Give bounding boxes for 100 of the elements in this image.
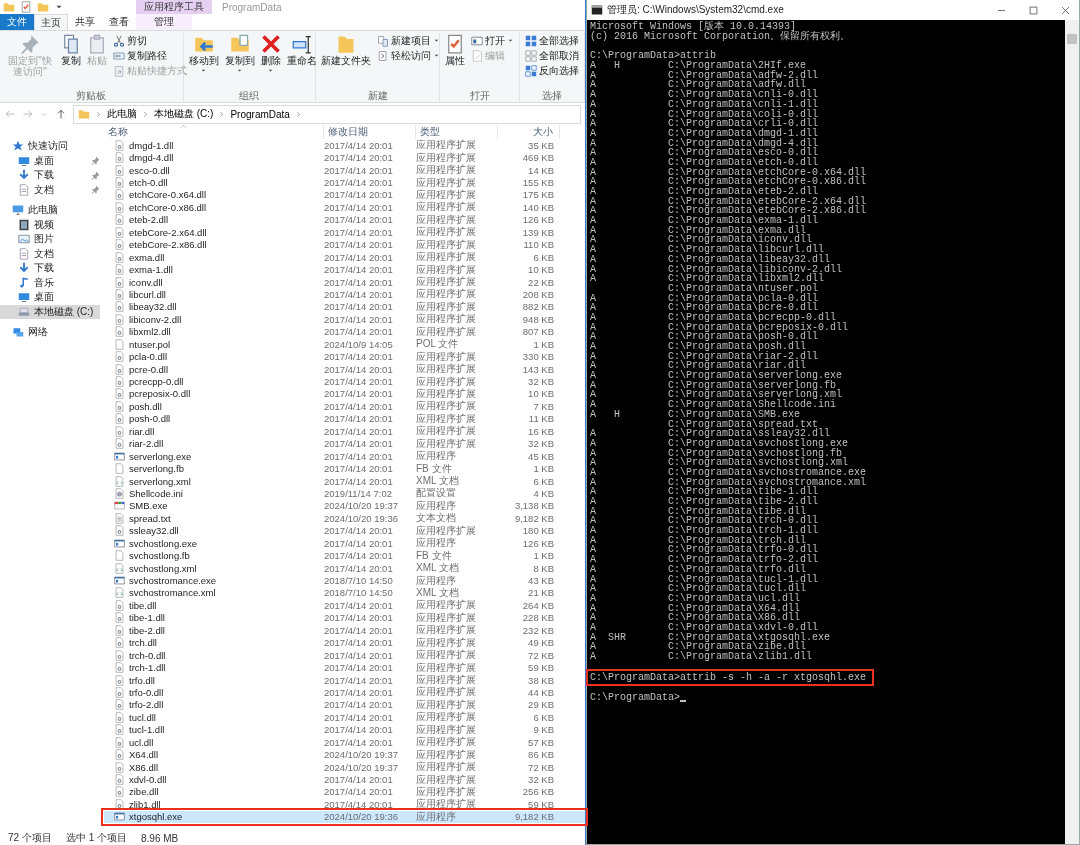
breadcrumb-item[interactable]: 本地磁盘 (C:) (154, 107, 214, 121)
ribbon-button[interactable]: 轻松访问 (375, 49, 443, 62)
ribbon-button[interactable]: 属性 (443, 33, 467, 67)
file-row[interactable]: tucl-1.dll 2017/4/14 20:01 应用程序扩展 9 KB (104, 723, 585, 736)
nav-item[interactable]: 桌面 (0, 290, 100, 305)
file-row[interactable]: trch.dll 2017/4/14 20:01 应用程序扩展 49 KB (104, 636, 585, 649)
file-row[interactable]: etebCore-2.x64.dll 2017/4/14 20:01 应用程序扩展 139 KB (104, 226, 585, 239)
file-row[interactable]: SMB.exe 2024/10/20 19:37 应用程序 3,138 KB (104, 499, 585, 513)
ribbon-button[interactable]: 反向选择 (523, 64, 581, 77)
back-icon[interactable] (4, 108, 16, 120)
file-row[interactable]: trch-0.dll 2017/4/14 20:01 应用程序扩展 72 KB (104, 648, 585, 662)
nav-item[interactable]: 本地磁盘 (C:) (0, 304, 100, 319)
forward-icon[interactable] (22, 108, 34, 120)
file-row[interactable]: dmgd-1.dll 2017/4/14 20:01 应用程序扩展 35 KB (104, 139, 585, 152)
file-row[interactable]: esco-0.dll 2017/4/14 20:01 应用程序扩展 14 KB (104, 163, 585, 177)
file-row[interactable]: libiconv-2.dll 2017/4/14 20:01 应用程序扩展 948 KB (104, 313, 585, 326)
file-row[interactable]: pcre-0.dll 2017/4/14 20:01 应用程序扩展 143 KB (104, 362, 585, 376)
breadcrumb-item[interactable]: ProgramData (230, 108, 290, 120)
scrollbar[interactable] (1065, 20, 1079, 844)
file-row[interactable]: tibe.dll 2017/4/14 20:01 应用程序扩展 264 KB (104, 599, 585, 612)
file-row[interactable]: libcurl.dll 2017/4/14 20:01 应用程序扩展 208 KB (104, 288, 585, 301)
file-row[interactable]: svchostlong.xml 2017/4/14 20:01 XML 文档 8 KB (104, 561, 585, 575)
file-row[interactable]: pcreposix-0.dll 2017/4/14 20:01 应用程序扩展 10 KB (104, 387, 585, 401)
ribbon-button[interactable]: 全部选择 (523, 34, 581, 47)
nav-item[interactable]: 桌面 (0, 153, 100, 168)
file-row[interactable]: svchostromance.exe 2018/7/10 14:50 应用程序 43 KB (104, 574, 585, 587)
ribbon-button[interactable]: 移动到 (186, 33, 221, 75)
breadcrumb-item[interactable]: 此电脑 (107, 107, 137, 121)
file-row[interactable]: tucl.dll 2017/4/14 20:01 应用程序扩展 6 KB (104, 711, 585, 724)
file-row[interactable]: serverlong.exe 2017/4/14 20:01 应用程序 45 KB (104, 449, 585, 463)
file-row[interactable]: etchCore-0.x64.dll 2017/4/14 20:01 应用程序扩展 175 KB (104, 188, 585, 202)
file-row[interactable]: trfo-2.dll 2017/4/14 20:01 应用程序扩展 29 KB (104, 698, 585, 712)
file-row[interactable]: exma.dll 2017/4/14 20:01 应用程序扩展 6 KB (104, 250, 585, 264)
ribbon-button[interactable]: 重命名 (284, 33, 319, 67)
file-row[interactable]: zlib1.dll 2017/4/14 20:01 应用程序扩展 59 KB (104, 798, 585, 811)
column-header[interactable]: 大小 (498, 125, 560, 139)
nav-item[interactable]: 文档 (0, 246, 100, 261)
nav-item[interactable]: 音乐 (0, 275, 100, 290)
file-row[interactable]: trch-1.dll 2017/4/14 20:01 应用程序扩展 59 KB (104, 661, 585, 674)
ribbon-button[interactable]: 新建文件夹 (319, 33, 374, 67)
file-row[interactable]: dmgd-4.dll 2017/4/14 20:01 应用程序扩展 469 KB (104, 151, 585, 164)
ribbon-button[interactable]: 打开 (469, 34, 516, 47)
ribbon-button[interactable]: 新建项目 (375, 34, 443, 47)
file-row[interactable]: zibe.dll 2017/4/14 20:01 应用程序扩展 256 KB (104, 785, 585, 799)
file-row[interactable]: Shellcode.ini 2019/11/14 7:02 配置设置 4 KB (104, 487, 585, 500)
file-row[interactable]: trfo.dll 2017/4/14 20:01 应用程序扩展 38 KB (104, 673, 585, 687)
nav-item[interactable]: 网络 (0, 325, 100, 340)
ribbon-tab[interactable]: 主页 (34, 14, 68, 30)
address-bar[interactable]: 此电脑 本地磁盘 (C:) ProgramData (73, 104, 581, 124)
ribbon-button[interactable]: 复制路径 (111, 49, 189, 62)
nav-item[interactable]: 图片 (0, 232, 100, 247)
checked-document-icon[interactable] (20, 1, 32, 13)
ribbon-tab[interactable]: 共享 (68, 14, 102, 30)
file-row[interactable]: serverlong.fb 2017/4/14 20:01 FB 文件 1 KB (104, 462, 585, 475)
file-row[interactable]: serverlong.xml 2017/4/14 20:01 XML 文档 6 KB (104, 474, 585, 488)
ribbon-button[interactable]: 删除 (258, 33, 283, 75)
file-row[interactable]: etebCore-2.x86.dll 2017/4/14 20:01 应用程序扩展 110 KB (104, 238, 585, 251)
ribbon-tab[interactable]: 查看 (102, 14, 136, 30)
file-row[interactable]: posh.dll 2017/4/14 20:01 应用程序扩展 7 KB (104, 400, 585, 413)
file-row[interactable]: xtgosqhl.exe 2024/10/20 19:36 应用程序 9,182 KB (104, 810, 585, 824)
nav-item[interactable]: 下载 (0, 168, 100, 183)
ribbon-button[interactable]: 复制 (59, 33, 83, 67)
file-row[interactable]: exma-1.dll 2017/4/14 20:01 应用程序扩展 10 KB (104, 263, 585, 276)
file-row[interactable]: iconv.dll 2017/4/14 20:01 应用程序扩展 22 KB (104, 275, 585, 289)
file-row[interactable]: spread.txt 2024/10/20 19:36 文本文档 9,182 KB (104, 512, 585, 525)
column-header[interactable]: 名称 (104, 125, 324, 139)
nav-item[interactable]: 视频 (0, 217, 100, 232)
file-row[interactable]: posh-0.dll 2017/4/14 20:01 应用程序扩展 11 KB (104, 412, 585, 426)
nav-item[interactable]: 快速访问 (0, 139, 100, 154)
file-row[interactable]: svchostlong.exe 2017/4/14 20:01 应用程序 126 KB (104, 537, 585, 550)
file-row[interactable]: X64.dll 2024/10/20 19:37 应用程序扩展 86 KB (104, 748, 585, 761)
ribbon-button[interactable]: 剪切 (111, 34, 189, 47)
nav-item[interactable]: 下载 (0, 261, 100, 276)
file-row[interactable]: etch-0.dll 2017/4/14 20:01 应用程序扩展 155 KB (104, 176, 585, 189)
ribbon-tab[interactable]: 文件 (0, 14, 34, 30)
file-row[interactable]: riar.dll 2017/4/14 20:01 应用程序扩展 16 KB (104, 425, 585, 438)
ribbon-button[interactable]: 复制到 (222, 33, 257, 75)
file-row[interactable]: svchostromance.xml 2018/7/10 14:50 XML 文档 21 KB (104, 586, 585, 600)
file-row[interactable]: ssleay32.dll 2017/4/14 20:01 应用程序扩展 180 KB (104, 524, 585, 537)
column-header[interactable]: 类型 (416, 125, 498, 139)
scrollbar-thumb[interactable] (1067, 34, 1077, 44)
file-row[interactable]: xdvl-0.dll 2017/4/14 20:01 应用程序扩展 32 KB (104, 773, 585, 786)
nav-item[interactable]: 此电脑 (0, 203, 100, 218)
up-icon[interactable] (55, 108, 67, 120)
file-row[interactable]: svchostlong.fb 2017/4/14 20:01 FB 文件 1 KB (104, 549, 585, 562)
ribbon-tab[interactable]: 管理 (136, 14, 192, 30)
file-row[interactable]: eteb-2.dll 2017/4/14 20:01 应用程序扩展 126 KB (104, 213, 585, 227)
column-header[interactable]: 修改日期 (324, 125, 416, 139)
file-row[interactable]: libeay32.dll 2017/4/14 20:01 应用程序扩展 882 KB (104, 300, 585, 314)
file-row[interactable]: pcrecpp-0.dll 2017/4/14 20:01 应用程序扩展 32 KB (104, 375, 585, 388)
ribbon-button[interactable]: 全部取消 (523, 49, 581, 62)
file-row[interactable]: pcla-0.dll 2017/4/14 20:01 应用程序扩展 330 KB (104, 350, 585, 363)
file-row[interactable]: tibe-1.dll 2017/4/14 20:01 应用程序扩展 228 KB (104, 611, 585, 625)
file-row[interactable]: etchCore-0.x86.dll 2017/4/14 20:01 应用程序扩展 140 KB (104, 201, 585, 214)
file-row[interactable]: riar-2.dll 2017/4/14 20:01 应用程序扩展 32 KB (104, 437, 585, 450)
file-row[interactable]: ntuser.pol 2024/10/9 14:05 POL 文件 1 KB (104, 338, 585, 351)
file-row[interactable]: libxml2.dll 2017/4/14 20:01 应用程序扩展 807 KB (104, 325, 585, 338)
file-row[interactable]: tibe-2.dll 2017/4/14 20:01 应用程序扩展 232 KB (104, 624, 585, 637)
file-row[interactable]: trfo-0.dll 2017/4/14 20:01 应用程序扩展 44 KB (104, 686, 585, 699)
nav-item[interactable]: 文档 (0, 182, 100, 197)
